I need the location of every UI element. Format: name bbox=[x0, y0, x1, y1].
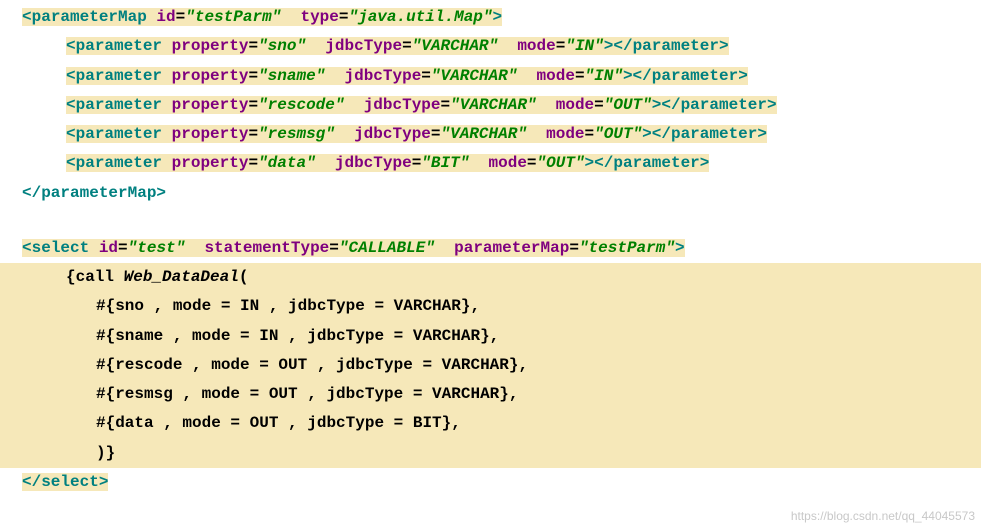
call-header: {call Web_DataDeal( bbox=[0, 263, 981, 292]
call-arg: #{sno , mode = IN , jdbcType = VARCHAR}, bbox=[0, 292, 981, 321]
parameterMap-close: </parameterMap> bbox=[0, 179, 981, 208]
parameter-line: <parameter property="rescode" jdbcType="… bbox=[0, 91, 981, 120]
code-block: <parameterMap id="testParm" type="java.u… bbox=[0, 0, 981, 497]
select-open: <select id="test" statementType="CALLABL… bbox=[0, 234, 981, 263]
parameter-line: <parameter property="sname" jdbcType="VA… bbox=[0, 62, 981, 91]
call-footer: )} bbox=[0, 439, 981, 468]
parameterMap-open: <parameterMap id="testParm" type="java.u… bbox=[0, 3, 981, 32]
call-arg: #{resmsg , mode = OUT , jdbcType = VARCH… bbox=[0, 380, 981, 409]
call-arg: #{rescode , mode = OUT , jdbcType = VARC… bbox=[0, 351, 981, 380]
watermark: https://blog.csdn.net/qq_44045573 bbox=[791, 506, 975, 528]
parameter-line: <parameter property="resmsg" jdbcType="V… bbox=[0, 120, 981, 149]
call-arg: #{sname , mode = IN , jdbcType = VARCHAR… bbox=[0, 322, 981, 351]
select-close: </select> bbox=[0, 468, 981, 497]
call-arg: #{data , mode = OUT , jdbcType = BIT}, bbox=[0, 409, 981, 438]
parameter-line: <parameter property="sno" jdbcType="VARC… bbox=[0, 32, 981, 61]
parameter-line: <parameter property="data" jdbcType="BIT… bbox=[0, 149, 981, 178]
